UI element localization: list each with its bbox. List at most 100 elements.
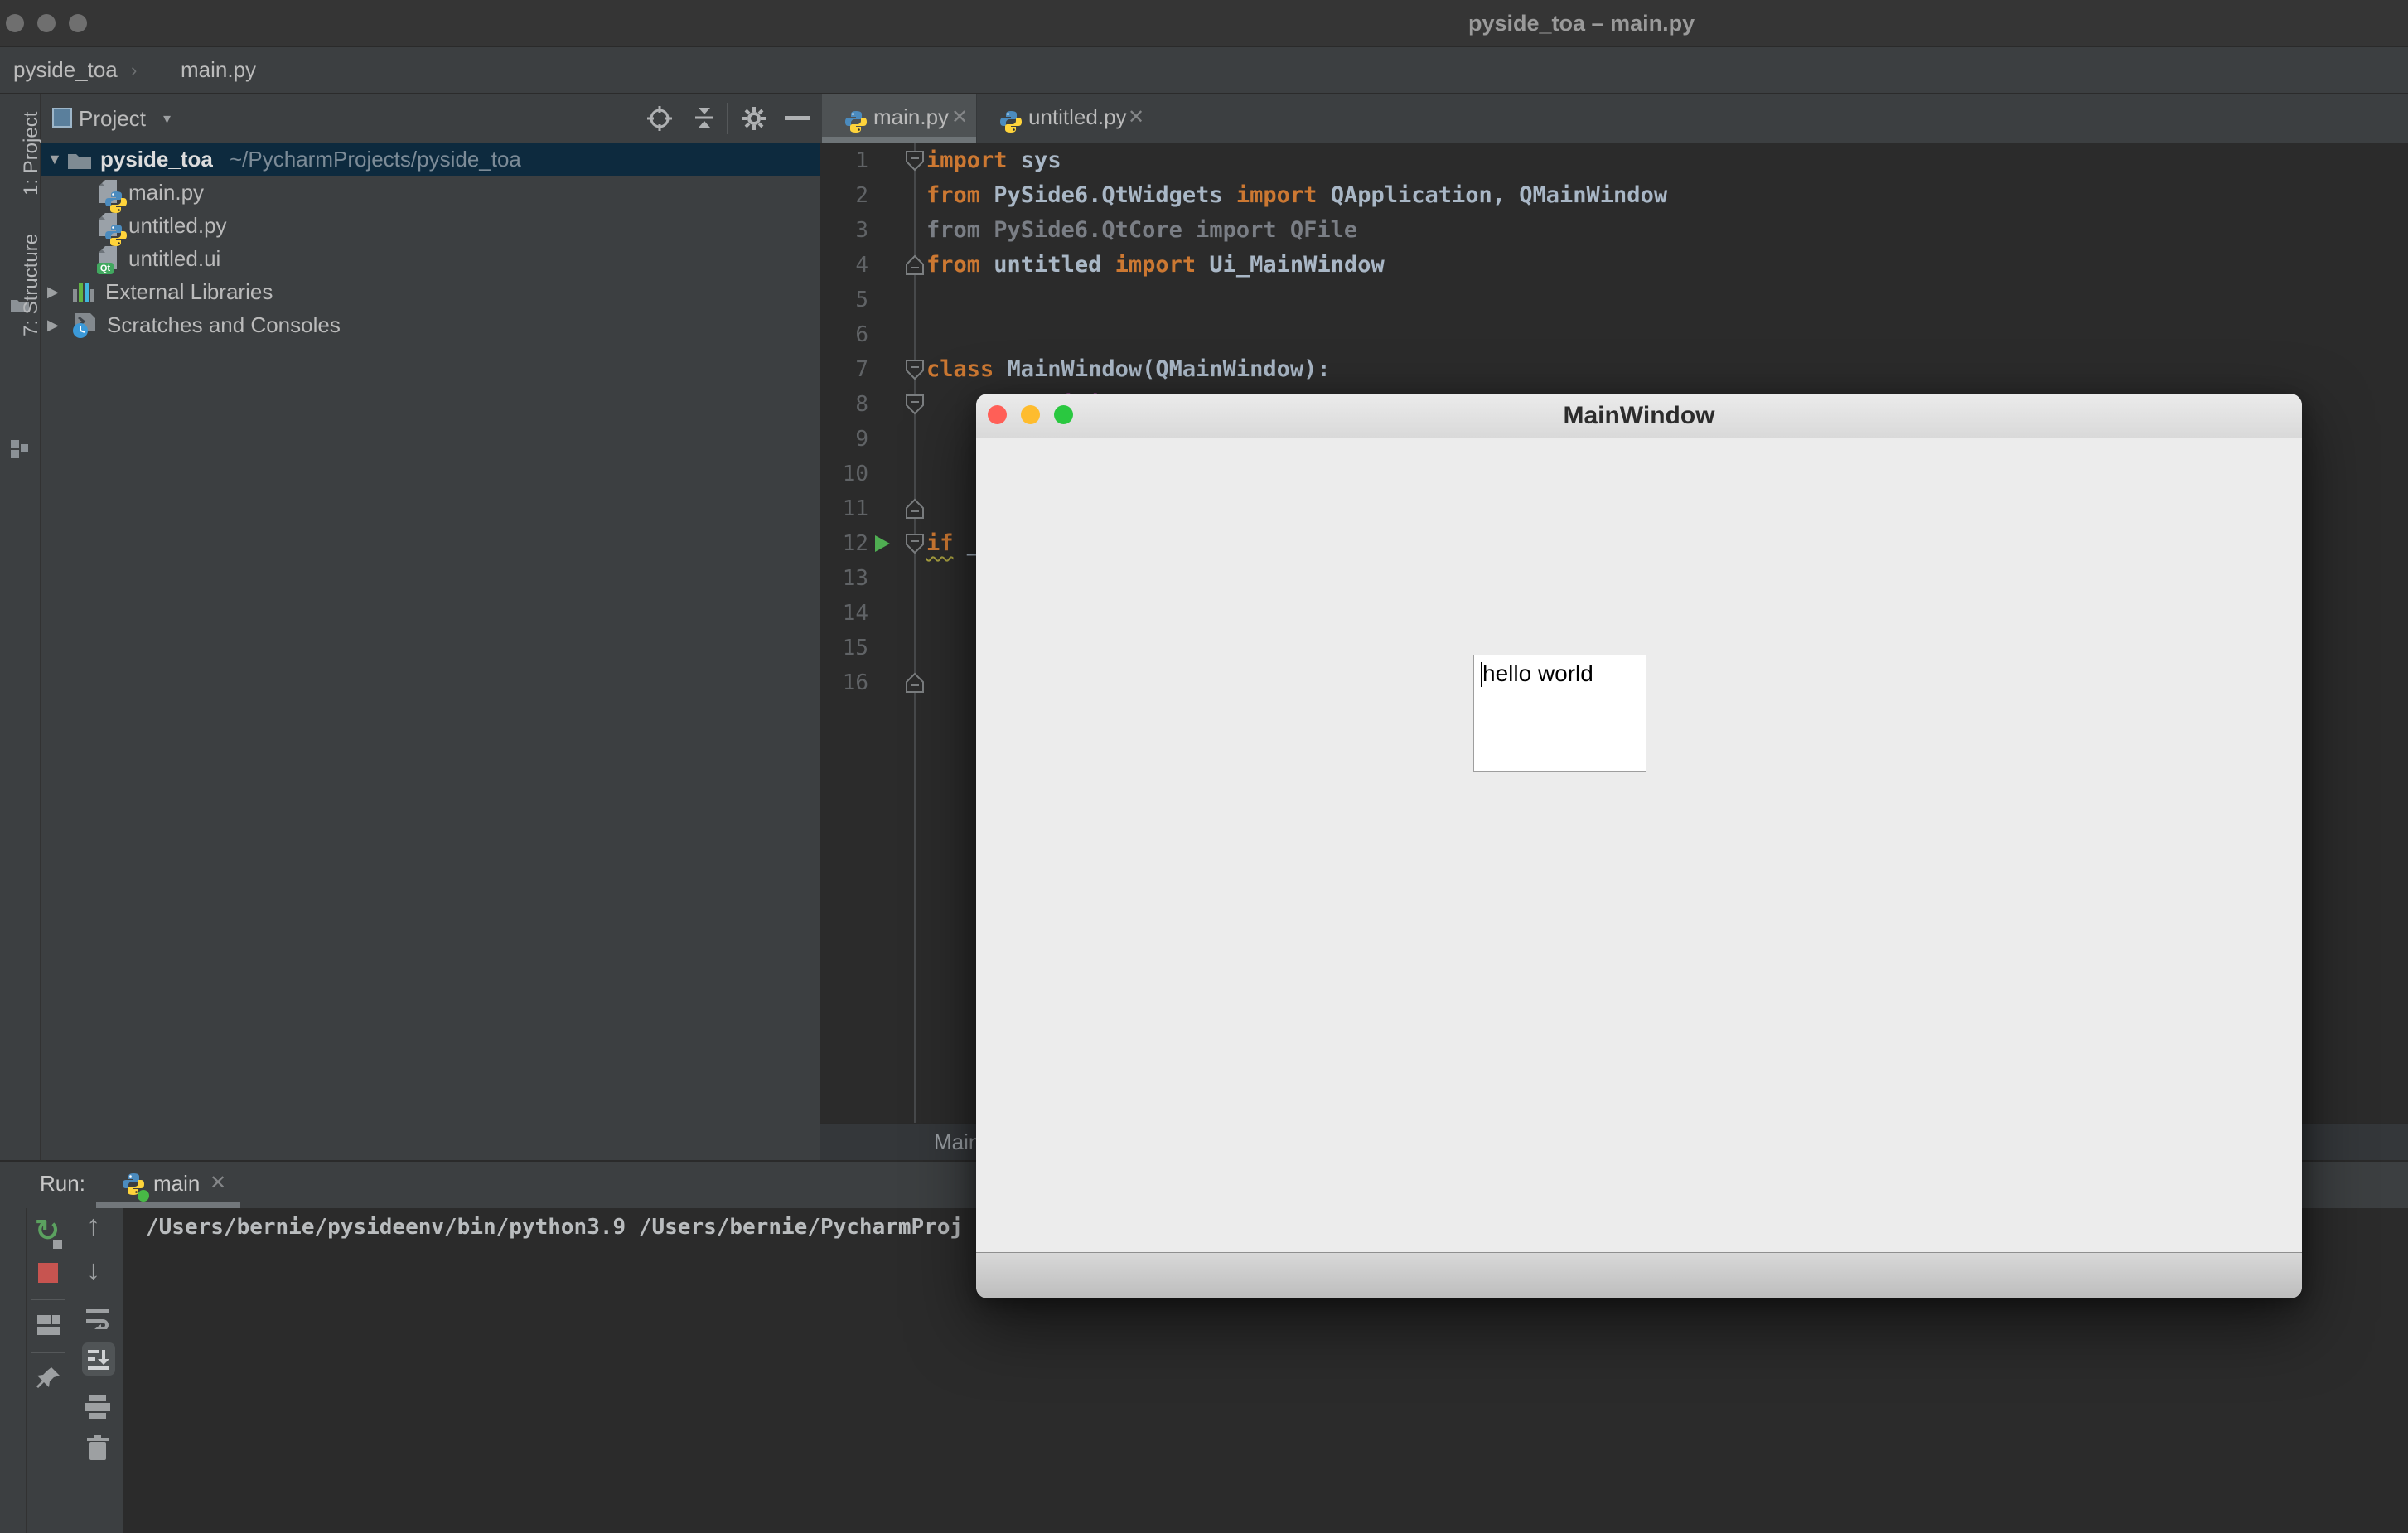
line-number: 5 xyxy=(855,288,868,312)
tree-row-project-root[interactable]: ▼ pyside_toa ~/PycharmProjects/pyside_to… xyxy=(41,143,820,176)
screen: pyside_toa – main.py pyside_toa › main.p… xyxy=(0,0,2408,1533)
chevron-collapsed-icon[interactable]: ▶ xyxy=(47,275,59,308)
line-number: 6 xyxy=(855,322,868,347)
line-number: 10 xyxy=(842,462,868,486)
close-icon[interactable]: ✕ xyxy=(210,1162,226,1205)
line-number: 11 xyxy=(842,496,868,521)
python-file-icon xyxy=(99,180,127,213)
tool-window-structure-tab[interactable]: 7: Structure xyxy=(20,234,43,336)
code-line-4[interactable]: 4 from untitled import Ui_MainWindow xyxy=(820,248,2408,283)
toolbar-divider xyxy=(727,103,728,134)
chevron-right-icon: › xyxy=(131,60,138,80)
project-panel-header: Project ▾ xyxy=(41,94,820,143)
line-number: 1 xyxy=(855,148,868,173)
line-number: 7 xyxy=(855,357,868,382)
scroll-to-end-icon[interactable] xyxy=(87,1349,110,1371)
soft-wrap-icon[interactable] xyxy=(85,1308,111,1329)
project-panel: Project ▾ ▼ pyside_toa ~/PycharmProjects… xyxy=(41,94,821,1160)
macos-titlebar: pyside_toa – main.py xyxy=(0,0,2408,47)
app-window-mainwindow[interactable]: MainWindow hello world xyxy=(976,394,2302,1298)
console-command-line: /Users/bernie/pysideenv/bin/python3.9 /U… xyxy=(146,1215,964,1240)
line-number: 4 xyxy=(855,253,868,278)
python-file-icon xyxy=(99,213,127,246)
line-number: 9 xyxy=(855,427,868,452)
line-number: 8 xyxy=(855,392,868,417)
tab-main-py[interactable]: main.py ✕ xyxy=(822,94,976,143)
app-window-title: MainWindow xyxy=(1563,402,1715,429)
tab-untitled-py[interactable]: untitled.py ✕ xyxy=(976,94,1153,143)
app-window-titlebar[interactable]: MainWindow xyxy=(976,394,2302,438)
hide-panel-icon[interactable] xyxy=(785,116,810,120)
code-line-7[interactable]: 7 class MainWindow(QMainWindow): xyxy=(820,352,2408,387)
tree-root-path: ~/PycharmProjects/pyside_toa xyxy=(230,147,521,172)
tab-label[interactable]: main.py xyxy=(873,94,949,140)
fold-marker-icon[interactable] xyxy=(905,359,925,380)
window-zoom-icon[interactable] xyxy=(69,14,87,32)
rerun-icon-square xyxy=(53,1240,62,1249)
stop-icon[interactable] xyxy=(38,1263,58,1283)
breadcrumb-file[interactable]: main.py xyxy=(181,47,256,93)
line-number: 3 xyxy=(855,218,868,243)
fold-marker-icon[interactable] xyxy=(905,672,925,694)
qt-ui-file-icon: Qt xyxy=(97,246,120,274)
window-title: pyside_toa – main.py xyxy=(1468,11,1695,36)
project-view-icon xyxy=(52,108,72,128)
editor-tab-bar: main.py ✕ untitled.py ✕ xyxy=(820,94,2408,143)
line-number: 2 xyxy=(855,183,868,208)
line-number: 14 xyxy=(842,601,868,626)
tree-file-label: main.py xyxy=(128,180,205,205)
breadcrumb-project[interactable]: pyside_toa xyxy=(13,47,118,93)
close-icon[interactable]: ✕ xyxy=(951,94,968,140)
scratches-icon xyxy=(73,313,95,338)
locate-file-icon[interactable] xyxy=(647,106,672,131)
code-line-3[interactable]: 3 from PySide6.QtCore import QFile xyxy=(820,213,2408,248)
fold-marker-icon[interactable] xyxy=(905,150,925,172)
tool-window-project-tab[interactable]: 1: Project xyxy=(20,112,43,196)
running-indicator-icon xyxy=(138,1190,149,1202)
structure-icon xyxy=(11,440,28,458)
tree-row-main-py[interactable]: main.py xyxy=(41,176,820,213)
arrow-down-icon[interactable]: ↓ xyxy=(86,1255,100,1287)
tool-window-bar: 1: Project 7: Structure xyxy=(0,94,43,1162)
project-panel-title[interactable]: Project xyxy=(79,94,146,143)
hello-world-textedit[interactable]: hello world xyxy=(1473,655,1646,772)
window-minimize-icon[interactable] xyxy=(37,14,56,32)
toolbar-divider xyxy=(31,1352,65,1353)
active-tab-underline xyxy=(822,137,976,143)
gear-icon[interactable] xyxy=(742,106,766,131)
tree-row-untitled-py[interactable]: untitled.py xyxy=(41,209,820,246)
close-icon[interactable]: ✕ xyxy=(1128,94,1144,140)
folder-icon xyxy=(68,154,91,169)
fold-marker-icon[interactable] xyxy=(905,533,925,554)
chevron-collapsed-icon[interactable]: ▶ xyxy=(47,308,59,341)
run-tab-main[interactable]: main xyxy=(153,1162,200,1205)
fold-marker-icon[interactable] xyxy=(905,394,925,415)
toolbar-divider xyxy=(26,1208,27,1533)
app-window-statusbar xyxy=(976,1252,2302,1298)
tree-row-external-libraries[interactable]: ▶ External Libraries xyxy=(41,275,820,308)
fold-marker-icon[interactable] xyxy=(905,498,925,520)
code-line-6[interactable]: 6 xyxy=(820,317,2408,352)
pin-icon[interactable] xyxy=(36,1366,61,1390)
code-line-2[interactable]: 2 from PySide6.QtWidgets import QApplicat… xyxy=(820,178,2408,213)
tree-row-scratches[interactable]: ▶ Scratches and Consoles xyxy=(41,308,820,341)
clear-all-icon[interactable] xyxy=(86,1435,109,1462)
print-icon[interactable] xyxy=(85,1394,111,1419)
collapse-all-icon[interactable] xyxy=(692,106,717,131)
arrow-up-icon[interactable]: ↑ xyxy=(86,1210,100,1242)
run-line-icon[interactable] xyxy=(875,535,890,552)
tree-row-untitled-ui[interactable]: Qt untitled.ui xyxy=(41,242,820,275)
toolbar-divider xyxy=(31,1299,65,1300)
restore-layout-icon[interactable] xyxy=(36,1314,61,1336)
python-icon xyxy=(844,109,868,134)
tree-root-name: pyside_toa xyxy=(100,147,213,172)
tree-file-label: untitled.py xyxy=(128,213,227,238)
fold-marker-icon[interactable] xyxy=(905,254,925,276)
hello-world-text: hello world xyxy=(1482,660,1593,686)
code-line-1[interactable]: 1 import sys xyxy=(820,143,2408,178)
chevron-expanded-icon[interactable]: ▼ xyxy=(47,143,62,176)
chevron-down-icon[interactable]: ▾ xyxy=(163,94,171,143)
tab-label[interactable]: untitled.py xyxy=(1028,94,1127,140)
window-close-icon[interactable] xyxy=(6,14,24,32)
code-line-5[interactable]: 5 xyxy=(820,283,2408,317)
